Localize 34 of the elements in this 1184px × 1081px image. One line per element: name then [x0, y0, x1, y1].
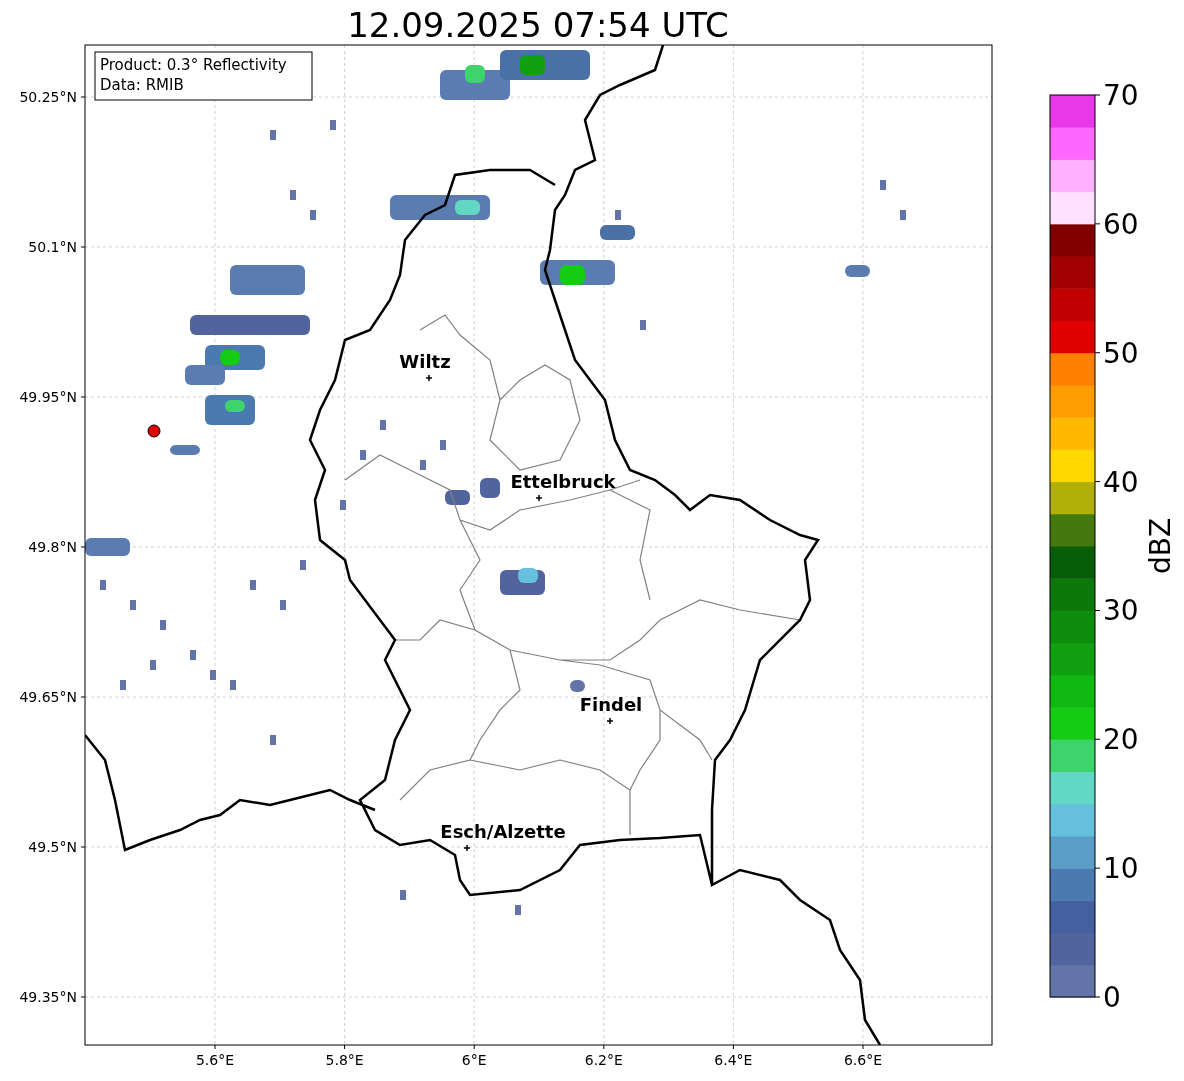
colorbar-tick-label: 0	[1103, 981, 1121, 1014]
city-marker-icon	[425, 374, 433, 382]
colorbar-tick-label: 50	[1103, 336, 1139, 370]
latitude-tick-label: 49.65°N	[19, 689, 77, 705]
info-text: Data: RMIB	[100, 76, 184, 94]
latitude-tick-label: 49.8°N	[28, 539, 77, 555]
city-marker-icon	[606, 717, 614, 725]
latitude-tick-label: 50.25°N	[19, 89, 77, 105]
colorbar-label: dBZ	[1144, 517, 1177, 575]
longitude-tick-label: 6.4°E	[714, 1052, 753, 1068]
city-label: Ettelbruck	[510, 471, 616, 492]
city-label: Findel	[579, 694, 643, 715]
latitude-tick-label: 50.1°N	[28, 239, 77, 255]
colorbar-tick-label: 70	[1103, 79, 1139, 112]
longitude-tick-label: 5.6°E	[195, 1052, 235, 1068]
longitude-tick-label: 6°E	[461, 1052, 487, 1068]
colorbar-tick-label: 60	[1103, 207, 1139, 241]
latitude-tick-label: 49.5°N	[28, 839, 77, 855]
longitude-tick-label: 5.8°E	[325, 1052, 364, 1068]
city-marker-icon	[535, 494, 543, 502]
city-marker-icon	[463, 844, 471, 852]
colorbar-tick-label: 20	[1103, 723, 1139, 757]
latitude-tick-label: 49.35°N	[19, 989, 77, 1005]
chart-title: 12.09.2025 07:54 UTC	[347, 5, 729, 45]
colorbar-tick-label: 10	[1103, 852, 1139, 886]
latitude-tick-label: 49.95°N	[19, 389, 77, 405]
colorbar-tick-label: 40	[1103, 465, 1139, 499]
longitude-tick-label: 6.2°E	[584, 1052, 623, 1068]
info-text: Product: 0.3° Reflectivity	[100, 56, 287, 74]
radar-station-icon	[147, 424, 161, 438]
city-label: Wiltz	[399, 351, 451, 372]
city-label: Esch/Alzette	[440, 821, 566, 842]
colorbar-tick-label: 30	[1103, 594, 1139, 628]
longitude-tick-label: 6.6°E	[843, 1052, 883, 1068]
